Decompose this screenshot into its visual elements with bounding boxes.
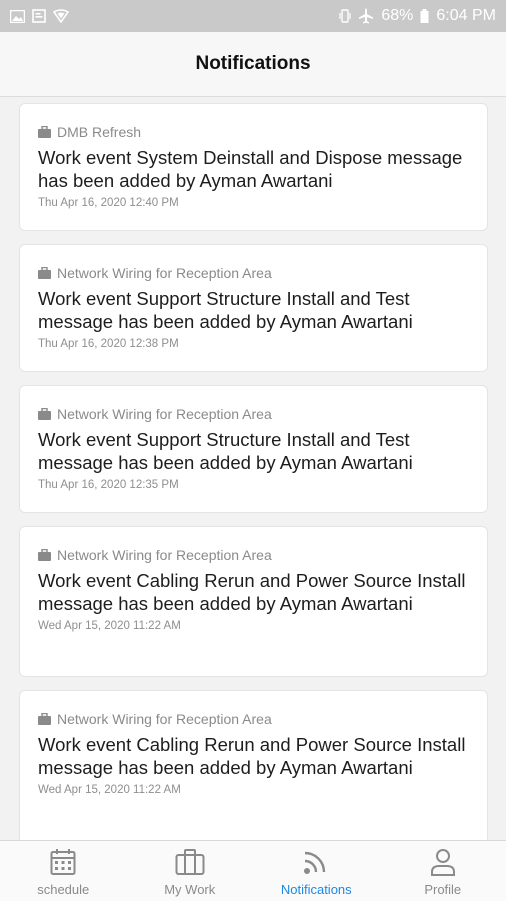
notification-card[interactable]: Network Wiring for Reception Area Work e… xyxy=(19,385,488,513)
notification-project: Network Wiring for Reception Area xyxy=(38,711,469,727)
gallery-icon xyxy=(10,10,25,23)
notification-project: Network Wiring for Reception Area xyxy=(38,265,469,281)
briefcase-icon xyxy=(38,713,51,725)
notification-project: DMB Refresh xyxy=(38,124,469,140)
tab-label: Notifications xyxy=(281,882,352,897)
project-name: DMB Refresh xyxy=(57,124,141,140)
project-name: Network Wiring for Reception Area xyxy=(57,406,272,422)
briefcase-icon xyxy=(38,267,51,279)
notification-card[interactable]: DMB Refresh Work event System Deinstall … xyxy=(19,103,488,231)
status-bar: 68% 6:04 PM xyxy=(0,0,506,32)
tab-profile[interactable]: Profile xyxy=(380,841,506,901)
app-header: Notifications xyxy=(0,32,506,97)
person-icon xyxy=(430,848,456,876)
notification-message: Work event System Deinstall and Dispose … xyxy=(38,146,469,192)
app-notification-icon xyxy=(32,9,46,23)
project-name: Network Wiring for Reception Area xyxy=(57,265,272,281)
notification-timestamp: Wed Apr 15, 2020 11:22 AM xyxy=(38,620,469,632)
briefcase-icon xyxy=(38,549,51,561)
notification-timestamp: Thu Apr 16, 2020 12:35 PM xyxy=(38,479,469,491)
notifications-list[interactable]: DMB Refresh Work event System Deinstall … xyxy=(0,97,506,840)
battery-percent: 68% xyxy=(381,7,413,25)
status-right-icons: 68% 6:04 PM xyxy=(339,7,496,25)
shield-icon xyxy=(53,9,69,23)
notification-message: Work event Cabling Rerun and Power Sourc… xyxy=(38,569,469,615)
project-name: Network Wiring for Reception Area xyxy=(57,547,272,563)
project-name: Network Wiring for Reception Area xyxy=(57,711,272,727)
notification-message: Work event Cabling Rerun and Power Sourc… xyxy=(38,733,469,779)
tab-notifications[interactable]: Notifications xyxy=(253,841,380,901)
status-left-icons xyxy=(10,9,69,23)
tab-label: schedule xyxy=(37,882,89,897)
notification-timestamp: Wed Apr 15, 2020 11:22 AM xyxy=(38,784,469,796)
notification-message: Work event Support Structure Install and… xyxy=(38,287,469,333)
briefcase-icon xyxy=(38,408,51,420)
bottom-tab-bar: schedule My Work Notifications Profile xyxy=(0,840,506,901)
airplane-icon xyxy=(358,8,374,24)
tab-label: Profile xyxy=(424,882,461,897)
page-title: Notifications xyxy=(195,53,310,75)
notification-card[interactable]: Network Wiring for Reception Area Work e… xyxy=(19,244,488,372)
briefcase-icon xyxy=(175,848,205,876)
notification-project: Network Wiring for Reception Area xyxy=(38,406,469,422)
vibrate-icon xyxy=(339,9,351,23)
notification-message: Work event Support Structure Install and… xyxy=(38,428,469,474)
briefcase-icon xyxy=(38,126,51,138)
notification-card[interactable]: Network Wiring for Reception Area Work e… xyxy=(19,690,488,840)
notification-timestamp: Thu Apr 16, 2020 12:38 PM xyxy=(38,338,469,350)
calendar-icon xyxy=(50,848,76,876)
battery-icon xyxy=(420,9,429,23)
notification-card[interactable]: Network Wiring for Reception Area Work e… xyxy=(19,526,488,677)
tab-label: My Work xyxy=(164,882,215,897)
notification-timestamp: Thu Apr 16, 2020 12:40 PM xyxy=(38,197,469,209)
notification-project: Network Wiring for Reception Area xyxy=(38,547,469,563)
tab-my-work[interactable]: My Work xyxy=(127,841,254,901)
feed-icon xyxy=(303,848,329,876)
clock: 6:04 PM xyxy=(436,7,496,25)
tab-schedule[interactable]: schedule xyxy=(0,841,127,901)
